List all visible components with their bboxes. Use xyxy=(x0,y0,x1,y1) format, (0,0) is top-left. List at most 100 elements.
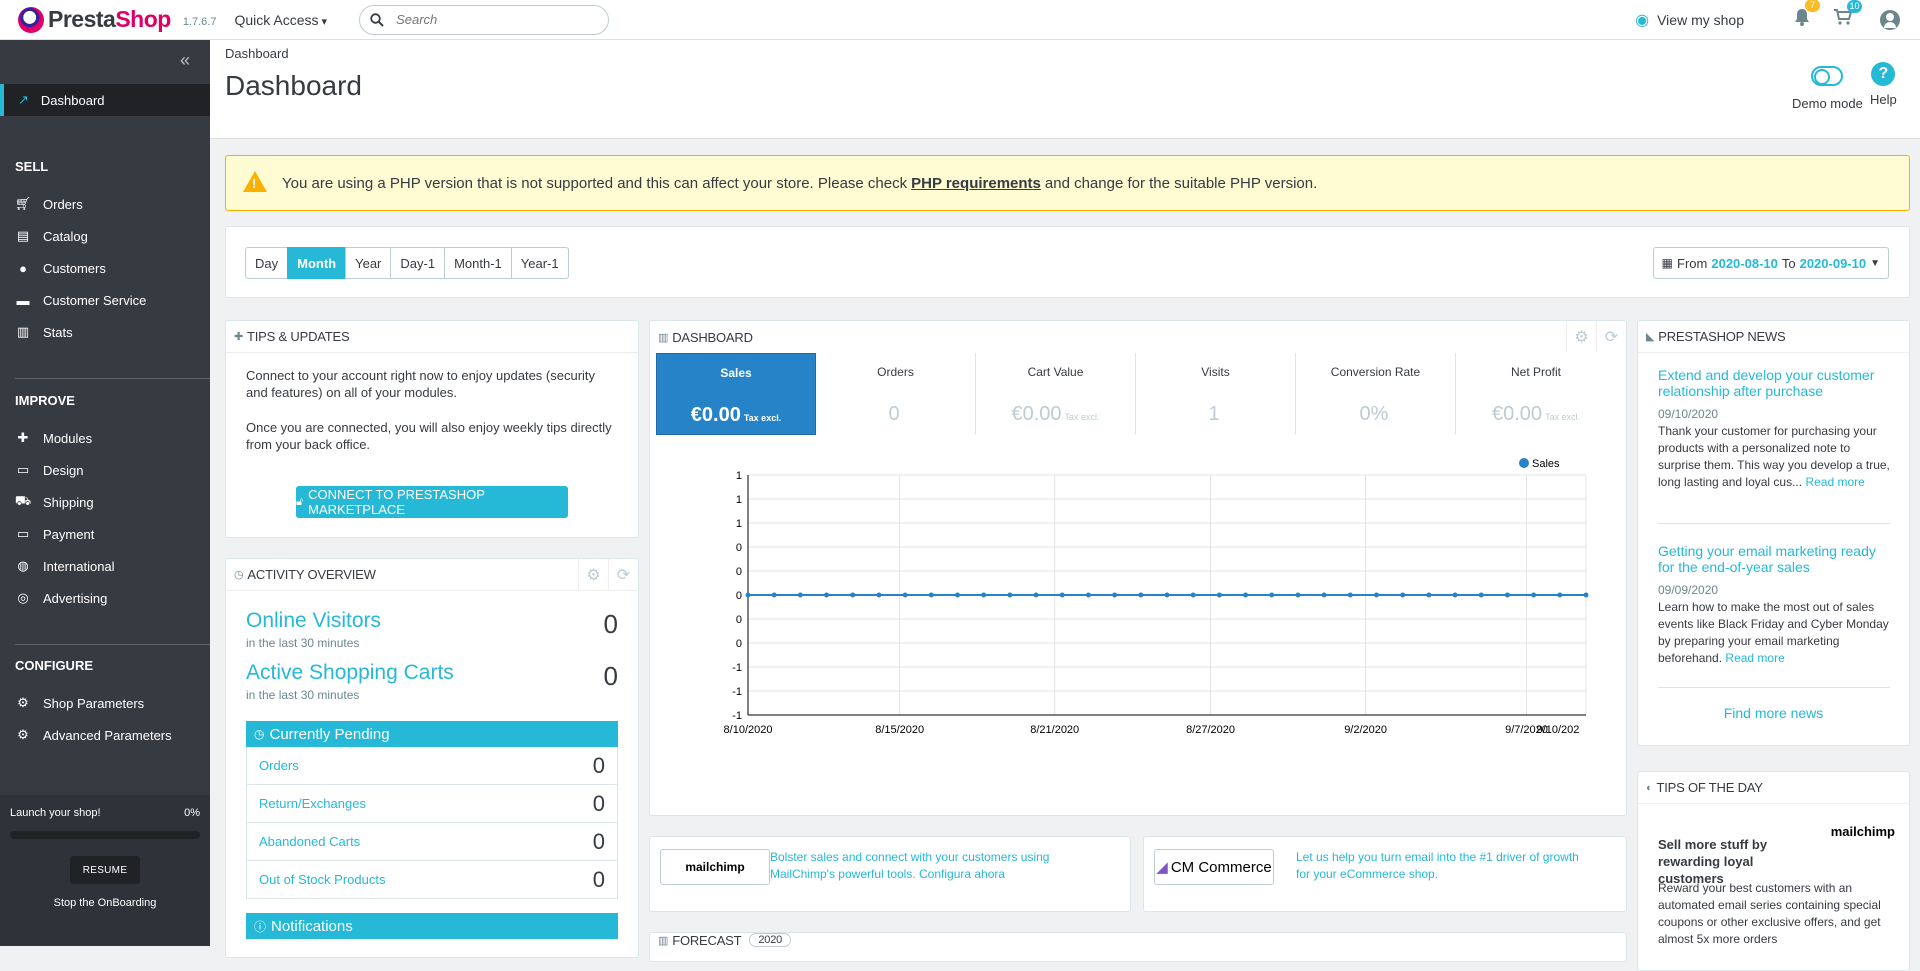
period-year-button[interactable]: Year xyxy=(345,247,392,279)
sidebar-item-customers[interactable]: ● Customers xyxy=(15,260,106,276)
pending-out-of-stock-link[interactable]: Out of Stock Products xyxy=(259,872,385,887)
collapse-sidebar-icon[interactable]: « xyxy=(180,50,190,71)
sidebar-item-design[interactable]: ▭ Design xyxy=(15,462,84,478)
kpi-net-profit[interactable]: Net Profit €0.00 Tax excl. xyxy=(1456,353,1616,435)
kpi-label: Sales xyxy=(720,366,752,380)
kpi-conversion-rate[interactable]: Conversion Rate 0% xyxy=(1296,353,1456,435)
data-point xyxy=(745,592,751,598)
kpi-sales[interactable]: Sales €0.00 Tax excl. xyxy=(656,353,816,435)
data-point xyxy=(824,592,830,598)
stop-onboarding-link[interactable]: Stop the OnBoarding xyxy=(0,897,210,909)
online-visitors-value: 0 xyxy=(603,609,618,639)
sidebar-item-dashboard[interactable]: ↗ Dashboard xyxy=(0,84,210,116)
truck-icon: ⛟ xyxy=(14,493,32,508)
configure-gear-icon[interactable]: ⚙ xyxy=(578,559,608,590)
read-more-link[interactable]: Read more xyxy=(1725,651,1784,665)
sidebar-item-orders[interactable]: 🛒︎ Orders xyxy=(15,196,83,212)
user-circle-icon: ● xyxy=(19,260,27,276)
sidebar-item-shipping[interactable]: ⛟ Shipping xyxy=(14,493,94,510)
sidebar-section-improve: IMPROVE xyxy=(15,393,75,408)
quick-access-dropdown[interactable]: Quick Access xyxy=(234,12,327,28)
search-input[interactable] xyxy=(396,12,587,27)
page-title: Dashboard xyxy=(225,70,362,101)
search-box[interactable] xyxy=(359,4,610,35)
rss-icon: ◣ xyxy=(1646,331,1655,343)
date-range-picker[interactable]: ▦ From 2020-08-10 To 2020-09-10 ▼ xyxy=(1652,247,1889,279)
configure-gear-icon[interactable]: ⚙ xyxy=(1566,321,1596,352)
prestashop-logo[interactable]: PrestaShop xyxy=(18,6,171,33)
launch-progress-bar xyxy=(10,831,200,839)
period-day-button[interactable]: Day xyxy=(245,247,289,279)
pending-out-of-stock-row: Out of Stock Products 0 xyxy=(246,861,618,899)
news-divider xyxy=(1658,687,1890,688)
mailchimp-promo-text[interactable]: Bolster sales and connect with your cust… xyxy=(770,849,1110,883)
kpi-label: Cart Value xyxy=(1027,365,1084,379)
sidebar-item-stats[interactable]: ▥ Stats xyxy=(15,324,73,340)
forecast-year-select[interactable]: 2020 xyxy=(749,933,792,947)
kpi-visits[interactable]: Visits 1 xyxy=(1136,353,1296,435)
sidebar-item-catalog[interactable]: ▤ Catalog xyxy=(15,228,88,244)
cm-commerce-promo[interactable]: ◢ CM Commerce Let us help you turn email … xyxy=(1143,836,1627,912)
sidebar-item-label: Advanced Parameters xyxy=(43,727,172,743)
sidebar-item-shop-parameters[interactable]: ⚙ Shop Parameters xyxy=(15,695,144,711)
cm-commerce-promo-text[interactable]: Let us help you turn email into the #1 d… xyxy=(1296,849,1596,883)
cart-notifications-icon[interactable]: 10 xyxy=(1834,0,1862,30)
notifications-bell-icon[interactable]: 7 xyxy=(1794,0,1820,31)
breadcrumb[interactable]: Dashboard xyxy=(225,46,289,61)
legend-label: Sales xyxy=(1532,458,1560,470)
pending-abandoned-value: 0 xyxy=(592,828,605,854)
forecast-panel: ▥ FORECAST 2020 xyxy=(649,932,1627,962)
sidebar-item-advanced-parameters[interactable]: ⚙ Advanced Parameters xyxy=(15,727,172,743)
news-title-link[interactable]: Getting your email marketing ready for t… xyxy=(1658,543,1890,575)
sidebar-item-modules[interactable]: ✚ Modules xyxy=(15,430,93,446)
data-point xyxy=(1138,592,1144,598)
sidebar-item-customer-service[interactable]: ▬ Customer Service xyxy=(15,292,147,308)
kpi-cart-value[interactable]: Cart Value €0.00 Tax excl. xyxy=(976,353,1136,435)
period-day-minus-1-button[interactable]: Day-1 xyxy=(390,247,446,279)
connect-marketplace-button[interactable]: 🔓︎ CONNECT TO PRESTASHOP MARKETPLACE xyxy=(296,486,568,518)
sidebar-item-label: Modules xyxy=(43,430,93,446)
kpi-tabs: Sales €0.00 Tax excl. Orders 0 Cart Value €0… xyxy=(656,353,1616,435)
launch-label: Launch your shop! xyxy=(10,807,101,819)
resume-button[interactable]: RESUME xyxy=(70,856,140,884)
trend-icon: ↗ xyxy=(18,92,29,107)
refresh-icon[interactable]: ⟳ xyxy=(608,559,638,590)
lightbulb-icon: ◐ xyxy=(1646,781,1653,794)
kpi-value: 0 xyxy=(888,403,900,425)
refresh-icon[interactable]: ⟳ xyxy=(1596,321,1626,352)
period-month-button[interactable]: Month xyxy=(287,247,347,279)
period-year-minus-1-button[interactable]: Year-1 xyxy=(510,247,569,279)
view-my-shop-link[interactable]: ◉ View my shop xyxy=(1635,10,1744,30)
y-tick-label: 0 xyxy=(736,614,742,626)
pending-abandoned-link[interactable]: Abandoned Carts xyxy=(259,834,360,849)
sidebar-item-label: Catalog xyxy=(43,228,88,244)
find-more-news-link[interactable]: Find more news xyxy=(1724,705,1824,721)
data-point xyxy=(1216,592,1222,598)
pending-orders-link[interactable]: Orders xyxy=(259,758,299,773)
online-visitors-subtitle: in the last 30 minutes xyxy=(246,636,360,650)
data-point xyxy=(1321,592,1327,598)
sidebar-item-advertising[interactable]: ◎ Advertising xyxy=(15,590,107,606)
mailchimp-logo: mailchimp xyxy=(660,849,770,885)
pending-returns-link[interactable]: Return/Exchanges xyxy=(259,796,366,811)
news-date: 09/09/2020 xyxy=(1658,583,1719,597)
panel-header: ◷ ACTIVITY OVERVIEW xyxy=(226,559,638,591)
demo-mode-toggle[interactable]: Demo mode xyxy=(1792,62,1863,111)
news-title-link[interactable]: Extend and develop your customer relatio… xyxy=(1658,367,1890,399)
user-avatar-icon[interactable] xyxy=(1880,9,1900,30)
data-point xyxy=(1531,592,1537,598)
sidebar-item-international[interactable]: ◍ International xyxy=(15,558,114,574)
mailchimp-promo[interactable]: mailchimp Bolster sales and connect with… xyxy=(649,836,1131,912)
help-button[interactable]: ? Help xyxy=(1870,62,1897,107)
active-carts-title[interactable]: Active Shopping Carts xyxy=(246,661,618,685)
online-visitors-title[interactable]: Online Visitors xyxy=(246,609,618,633)
kpi-orders[interactable]: Orders 0 xyxy=(816,353,976,435)
notifications-header: ⓘ Notifications xyxy=(246,913,618,939)
sidebar-item-payment[interactable]: ▭ Payment xyxy=(15,526,94,542)
clock-icon: ◷ xyxy=(234,569,244,581)
php-requirements-link[interactable]: PHP requirements xyxy=(911,175,1041,192)
read-more-link[interactable]: Read more xyxy=(1805,475,1864,489)
period-month-minus-1-button[interactable]: Month-1 xyxy=(444,247,512,279)
y-tick-label: 0 xyxy=(736,638,742,650)
y-tick-label: 0 xyxy=(736,590,742,602)
